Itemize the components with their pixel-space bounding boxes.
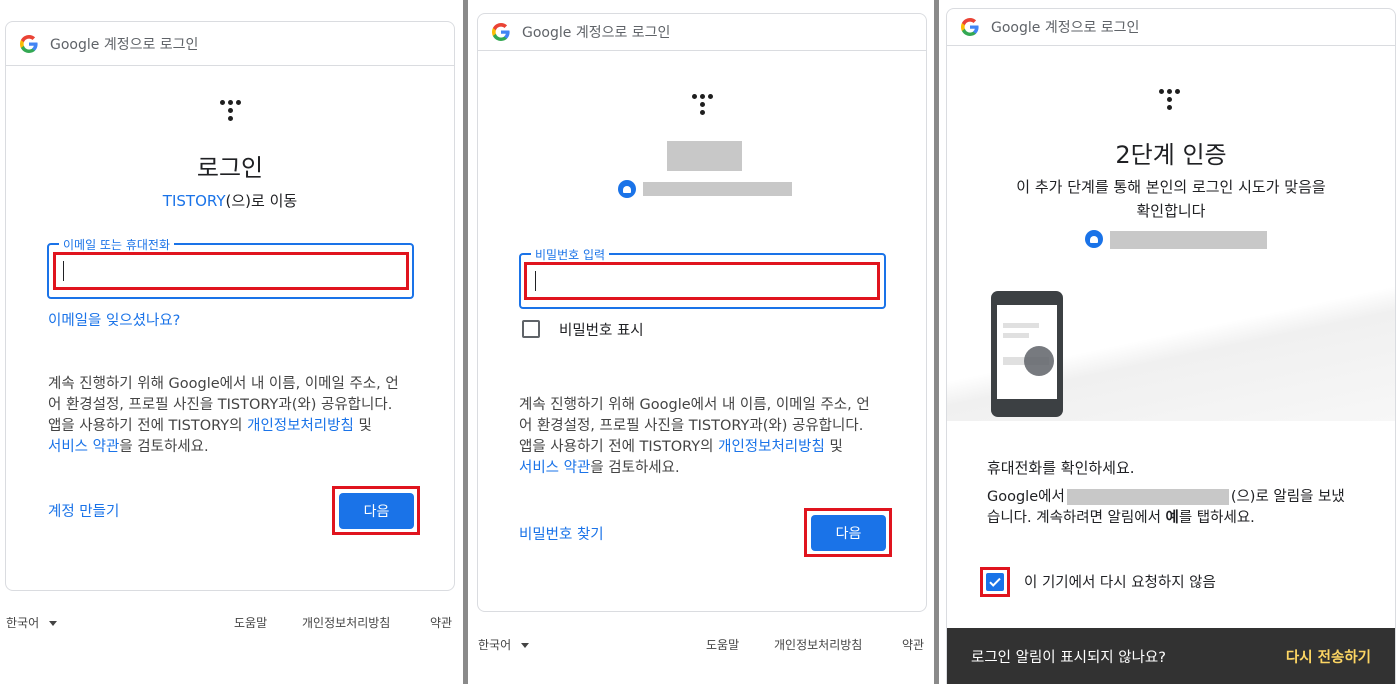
page-title: 2단계 인증 <box>1115 141 1227 169</box>
highlight-box-password <box>524 262 880 300</box>
consent-text-part: 을 검토하세요. <box>119 439 209 455</box>
show-password-checkbox[interactable] <box>522 320 540 338</box>
page-subtitle: TISTORY(으)로 이동 <box>6 190 454 211</box>
show-password-label[interactable]: 비밀번호 표시 <box>559 319 644 340</box>
consent-text-part: 앱을 사용하기 전에 TISTORY의 <box>48 418 248 434</box>
dropdown-arrow-icon <box>48 621 57 626</box>
consent-line: 어 환경설정, 프로필 사진을 TISTORY과(와) 공유합니다. <box>48 397 393 413</box>
tistory-logo-icon <box>220 100 244 124</box>
google-logo-icon <box>961 18 979 36</box>
header-title: Google 계정으로 로그인 <box>991 20 1140 36</box>
card-header: Google 계정으로 로그인 <box>478 14 926 51</box>
phone-illustration-icon <box>991 291 1063 417</box>
consent-line: 서비스 약관을 검토하세요. <box>48 437 448 458</box>
consent-text-part: 을 검토하세요. <box>590 460 680 476</box>
footer-terms-link[interactable]: 약관 <box>902 636 924 653</box>
notification-notice: Google에서 (으)로 알림을 보냈 습니다. 계속하려면 알림에서 예를 탭… <box>987 487 1367 529</box>
snackbar: 로그인 알림이 표시되지 않나요? 다시 전송하기 <box>947 628 1395 684</box>
subtitle-rest: (으)로 이동 <box>225 192 298 210</box>
resend-button[interactable]: 다시 전송하기 <box>1286 646 1371 667</box>
text-caret <box>535 271 536 291</box>
dont-ask-label[interactable]: 이 기기에서 다시 요청하지 않음 <box>1024 571 1216 592</box>
tistory-logo-icon <box>692 94 716 118</box>
language-label: 한국어 <box>478 638 512 652</box>
privacy-policy-link[interactable]: 개인정보처리방침 <box>247 418 354 434</box>
footer-language-select[interactable]: 한국어 <box>478 636 529 653</box>
snackbar-text: 로그인 알림이 표시되지 않나요? <box>971 650 1166 666</box>
find-password-link[interactable]: 비밀번호 찾기 <box>519 523 604 544</box>
header-title: Google 계정으로 로그인 <box>50 36 199 53</box>
privacy-policy-link[interactable]: 개인정보처리방침 <box>718 439 825 455</box>
two-step-card: Google 계정으로 로그인 2단계 인증 이 추가 단계를 통해 본인의 로… <box>946 8 1396 684</box>
redacted-email <box>1110 231 1267 249</box>
footer-privacy-link[interactable]: 개인정보처리방침 <box>774 636 862 653</box>
notice-line: 습니다. 계속하려면 알림에서 예를 탭하세요. <box>987 508 1367 529</box>
panel-divider <box>934 0 939 684</box>
google-logo-icon <box>20 34 38 53</box>
terms-link[interactable]: 서비스 약관 <box>48 439 119 455</box>
yes-emphasis: 예 <box>1165 510 1179 526</box>
header-title: Google 계정으로 로그인 <box>522 25 671 41</box>
consent-text: 계속 진행하기 위해 Google에서 내 이름, 이메일 주소, 언 어 환경… <box>519 395 919 479</box>
account-avatar-icon <box>618 180 636 198</box>
consent-line: 앱을 사용하기 전에 TISTORY의 개인정보처리방침 및 <box>48 416 448 437</box>
footer-help-link[interactable]: 도움말 <box>234 614 267 631</box>
consent-text: 계속 진행하기 위해 Google에서 내 이름, 이메일 주소, 언 어 환경… <box>48 374 448 458</box>
footer-terms-link[interactable]: 약관 <box>430 614 452 631</box>
description-line: 이 추가 단계를 통해 본인의 로그인 시도가 맞음을 <box>1016 178 1326 196</box>
footer-privacy-link[interactable]: 개인정보처리방침 <box>302 614 390 631</box>
consent-line: 서비스 약관을 검토하세요. <box>519 458 919 479</box>
page-title: 로그인 <box>196 154 264 182</box>
card-header: Google 계정으로 로그인 <box>6 22 454 66</box>
checkmark-icon <box>989 577 1001 587</box>
consent-text-part: 및 <box>353 418 372 434</box>
consent-line: 계속 진행하기 위해 Google에서 내 이름, 이메일 주소, 언 <box>519 397 870 413</box>
highlight-box-email <box>53 252 409 290</box>
notice-line: Google에서 (으)로 알림을 보냈 <box>987 487 1367 508</box>
password-field-label: 비밀번호 입력 <box>531 246 610 263</box>
page-description: 이 추가 단계를 통해 본인의 로그인 시도가 맞음을 확인합니다 <box>947 175 1395 223</box>
consent-line: 어 환경설정, 프로필 사진을 TISTORY과(와) 공유합니다. <box>519 418 864 434</box>
tistory-logo-icon <box>1159 89 1183 113</box>
description-line: 확인합니다 <box>1136 202 1206 220</box>
login-card-email: Google 계정으로 로그인 로그인 TISTORY(으)로 이동 이메일 또… <box>5 21 455 591</box>
footer-language-select[interactable]: 한국어 <box>6 614 57 631</box>
check-phone-heading: 휴대전화를 확인하세요. <box>987 459 1135 477</box>
consent-line: 계속 진행하기 위해 Google에서 내 이름, 이메일 주소, 언 <box>48 376 399 392</box>
consent-line: 앱을 사용하기 전에 TISTORY의 개인정보처리방침 및 <box>519 437 919 458</box>
notice-text: (으)로 알림을 보냈 <box>1230 489 1345 505</box>
card-header: Google 계정으로 로그인 <box>947 9 1395 46</box>
login-card-password: Google 계정으로 로그인 비밀번호 입력 비밀번호 표시 계속 진행하기 … <box>477 13 927 612</box>
google-logo-icon <box>492 23 510 41</box>
forgot-email-link[interactable]: 이메일을 잊으셨나요? <box>48 309 180 330</box>
redacted-device-name <box>1066 489 1229 505</box>
dont-ask-checkbox[interactable] <box>986 573 1004 591</box>
notice-text: 습니다. 계속하려면 알림에서 <box>987 510 1166 526</box>
consent-text-part: 앱을 사용하기 전에 TISTORY의 <box>519 439 719 455</box>
dropdown-arrow-icon <box>520 643 529 648</box>
create-account-link[interactable]: 계정 만들기 <box>48 500 119 521</box>
redacted-email <box>643 182 792 196</box>
notice-text: Google에서 <box>987 489 1065 505</box>
panel-divider <box>463 0 468 684</box>
notice-text: 를 탭하세요. <box>1178 510 1255 526</box>
next-button[interactable]: 다음 <box>811 515 886 551</box>
consent-text-part: 및 <box>824 439 843 455</box>
redacted-name <box>667 141 742 171</box>
footer-help-link[interactable]: 도움말 <box>706 636 739 653</box>
app-name: TISTORY <box>162 192 226 210</box>
next-button[interactable]: 다음 <box>339 493 414 529</box>
terms-link[interactable]: 서비스 약관 <box>519 460 590 476</box>
text-caret <box>63 261 64 281</box>
email-field-label: 이메일 또는 휴대전화 <box>59 236 174 253</box>
language-label: 한국어 <box>6 616 40 630</box>
account-avatar-icon <box>1085 230 1103 248</box>
